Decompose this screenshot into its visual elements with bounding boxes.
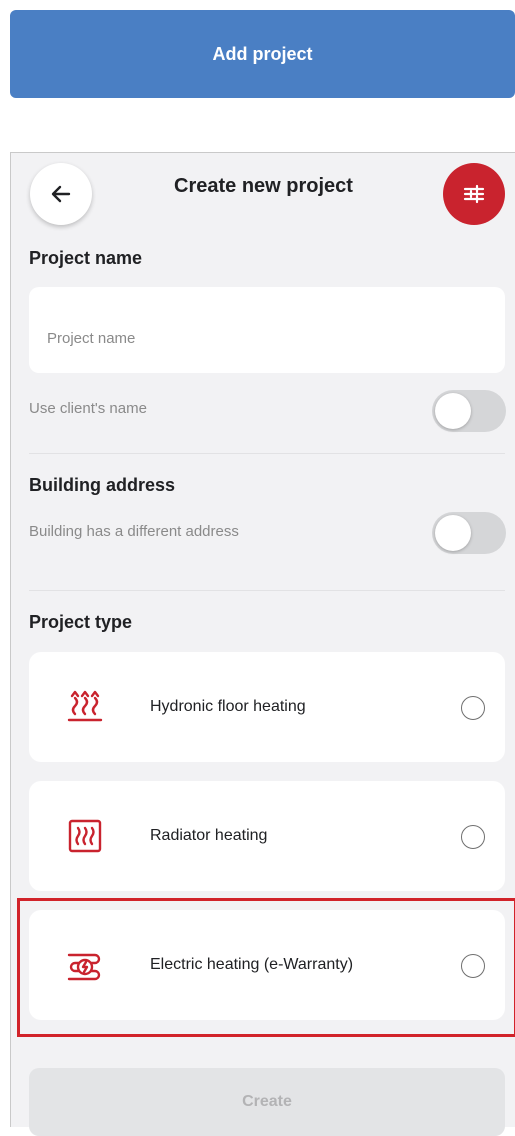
sliders-icon xyxy=(463,184,485,204)
add-project-button[interactable]: Add project xyxy=(10,10,515,98)
project-type-heading: Project type xyxy=(29,612,133,632)
create-project-panel: Create new project Project name Use clie… xyxy=(10,152,515,1136)
filter-button[interactable] xyxy=(443,163,505,225)
divider xyxy=(29,453,505,454)
option-radio[interactable] xyxy=(461,825,485,849)
create-button[interactable]: Create xyxy=(29,1068,505,1136)
different-address-label: Building has a different address xyxy=(29,523,239,540)
project-type-option-radiator[interactable]: Radiator heating xyxy=(29,781,505,891)
option-label: Hydronic floor heating xyxy=(150,698,306,715)
highlight-annotation xyxy=(17,898,515,1037)
arrow-left-icon xyxy=(51,185,71,203)
back-button[interactable] xyxy=(30,163,92,225)
toggle-knob xyxy=(435,515,471,551)
project-name-heading: Project name xyxy=(29,248,143,268)
use-client-name-label: Use client's name xyxy=(29,400,147,417)
option-radio[interactable] xyxy=(461,696,485,720)
toggle-knob xyxy=(435,393,471,429)
use-client-name-toggle[interactable] xyxy=(432,390,506,432)
different-address-toggle[interactable] xyxy=(432,512,506,554)
option-label: Radiator heating xyxy=(150,827,268,844)
project-name-input[interactable] xyxy=(29,287,505,373)
radiator-icon xyxy=(68,819,102,853)
building-address-heading: Building address xyxy=(29,475,176,495)
floor-heating-icon xyxy=(67,690,103,722)
project-type-option-hydronic[interactable]: Hydronic floor heating xyxy=(29,652,505,762)
divider xyxy=(29,590,505,591)
